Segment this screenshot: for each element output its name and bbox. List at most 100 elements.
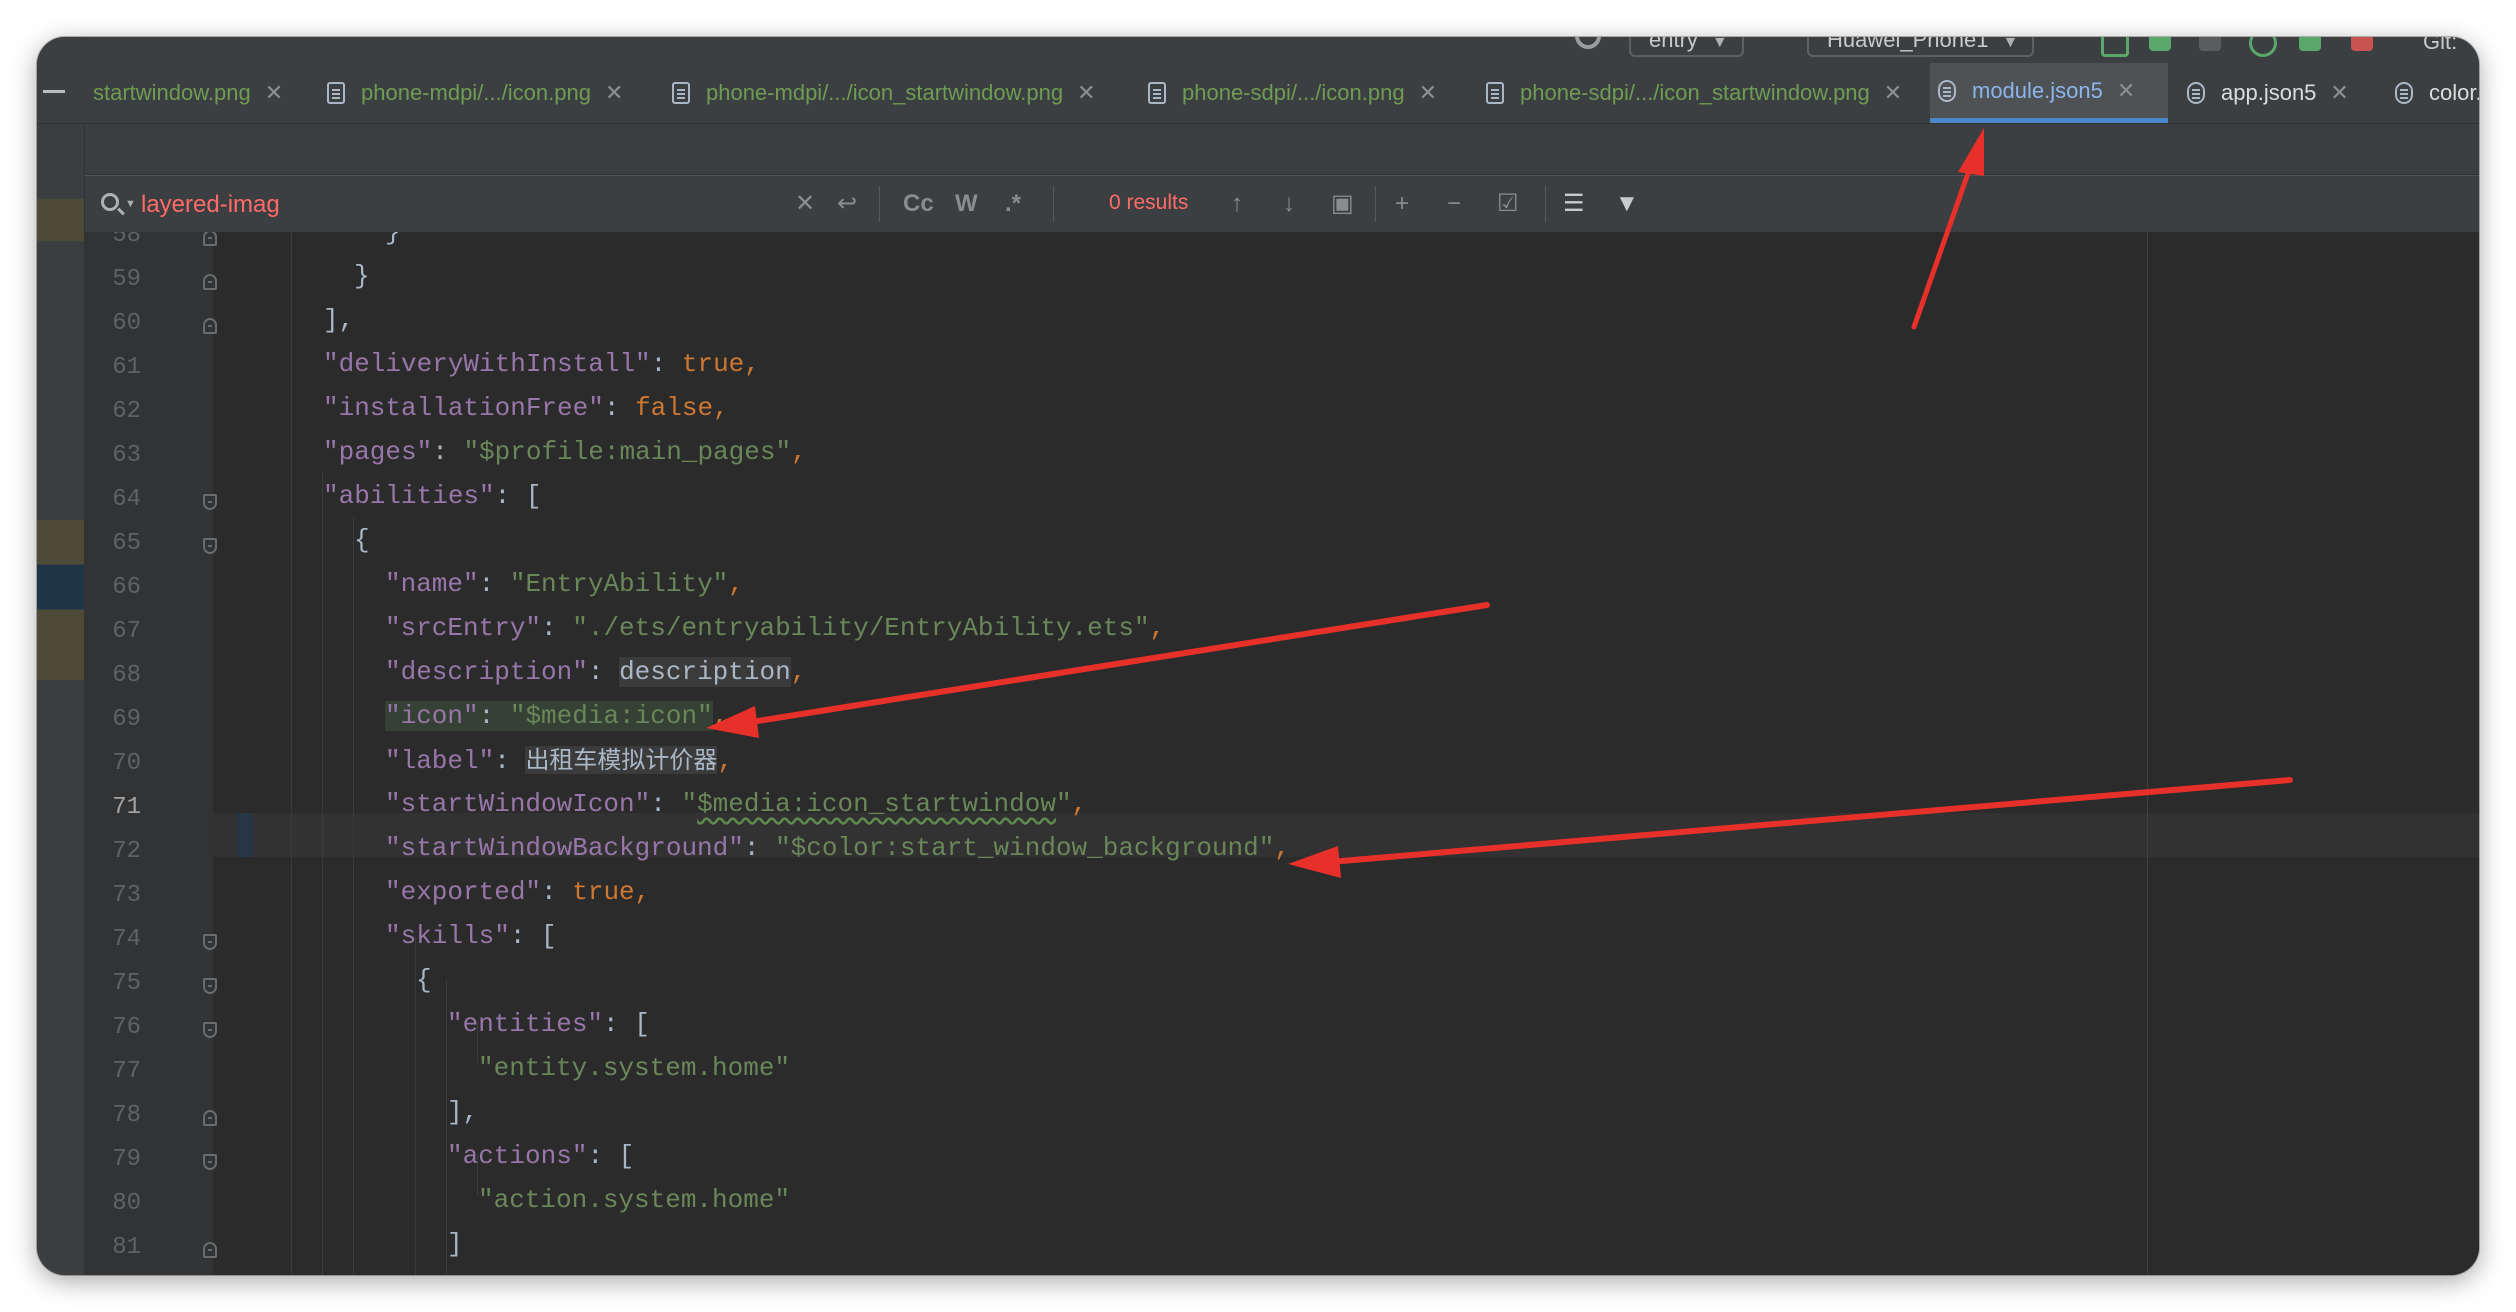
tab-app-json5[interactable]: app.json5 ✕ [2179,63,2349,123]
filter-options-icon[interactable]: ☰ [1563,188,1585,220]
code-line: "exported": true, [385,877,651,907]
line-number-current: 71 [112,794,141,821]
code-line: ] [447,1229,463,1259]
module-selector-label: entry [1649,37,1698,52]
editor-tab-bar: startwindow.png ✕ phone-mdpi/.../icon.png… [37,63,2479,124]
fold-marker-icon[interactable] [203,318,217,334]
search-icon[interactable] [101,193,119,211]
line-number: 58 [112,232,141,249]
regex-button[interactable]: .* [1005,188,1021,220]
change-marker [37,520,84,564]
git-label[interactable]: Git: [2423,37,2457,55]
close-icon[interactable]: ✕ [2117,78,2135,104]
tab-phone-mdpi-icon-startwindow[interactable]: phone-mdpi/.../icon_startwindow.png ✕ [664,63,1096,123]
tab-module-json5[interactable]: module.json5 ✕ [1930,63,2168,123]
line-number: 79 [112,1146,141,1173]
tab-label: app.json5 [2221,80,2317,105]
tab-phone-mdpi-icon[interactable]: phone-mdpi/.../icon.png ✕ [319,63,623,123]
code-editor[interactable]: 58 59 60 61 62 63 64 65 66 67 68 69 70 7… [85,232,2479,1275]
find-in-selection-icon[interactable]: ▣ [1331,188,1354,220]
tabs-menu-icon[interactable] [43,90,65,93]
rerun-icon[interactable] [2249,37,2277,57]
fold-marker-icon[interactable] [203,1110,217,1126]
new-line-icon[interactable]: ↩ [837,188,857,220]
device-selector[interactable]: Huawei_Phone1 ▼ [1807,37,2035,57]
change-marker [37,610,84,680]
module-selector[interactable]: entry ▼ [1629,37,1744,57]
fold-marker-icon[interactable] [203,978,217,994]
image-file-icon [1148,82,1166,104]
next-occurrence-icon[interactable]: ↓ [1283,188,1295,220]
code-line-icon-highlighted: "icon": "$media:icon", [385,701,729,731]
fold-marker-icon[interactable] [203,1242,217,1258]
close-icon[interactable]: ✕ [1884,80,1902,106]
line-number: 74 [112,926,141,953]
line-number: 59 [112,266,141,293]
stop-icon[interactable] [2351,37,2373,51]
close-icon[interactable]: ✕ [1077,80,1095,106]
fold-marker-icon[interactable] [203,538,217,554]
close-icon[interactable]: ✕ [2330,80,2348,106]
chevron-down-icon: ▼ [1711,37,1728,51]
tab-label: color. [2429,80,2479,105]
fold-marker-icon[interactable] [203,934,217,950]
code-line: "description": description, [385,657,807,687]
code-line: "installationFree": false, [323,393,729,423]
code-line: "entities": [ [447,1009,650,1039]
tab-label: phone-mdpi/.../icon.png [361,80,591,105]
apply-changes-icon[interactable] [2299,37,2321,51]
run-icon[interactable] [2101,37,2129,57]
code-line: } [354,261,370,291]
line-number: 76 [112,1014,141,1041]
fold-marker-icon[interactable] [203,232,217,246]
line-number: 65 [112,530,141,557]
debug-icon[interactable] [2149,37,2171,51]
code-line: "label": 出租车模拟计价器, [385,746,734,776]
attach-icon[interactable] [2199,37,2221,51]
search-results-count: 0 results [1109,191,1189,214]
tab-startwindow-png[interactable]: startwindow.png ✕ [85,63,283,123]
code-line: "skills": [ [385,921,557,951]
fold-marker-icon[interactable] [203,274,217,290]
match-case-button[interactable]: Cc [903,188,934,220]
search-history-chevron-icon[interactable]: ▼ [125,198,136,210]
select-all-occurrences-icon[interactable]: ☑ [1497,188,1519,220]
tab-phone-sdpi-icon-startwindow[interactable]: phone-sdpi/.../icon_startwindow.png ✕ [1478,63,1902,123]
fold-marker-icon[interactable] [203,1154,217,1170]
add-occurrence-icon[interactable]: + [1395,188,1409,220]
funnel-filter-icon[interactable]: ▼ [1615,188,1639,220]
code-line: { [416,965,432,995]
code-line: "srcEntry": "./ets/entryability/EntryAbi… [385,613,1166,643]
search-input[interactable] [139,185,763,225]
line-number: 67 [112,618,141,645]
tab-label: startwindow.png [93,80,251,105]
remove-occurrence-icon[interactable]: − [1447,188,1461,220]
tab-label: phone-sdpi/.../icon_startwindow.png [1520,80,1870,105]
line-number: 80 [112,1190,141,1217]
json-file-icon [2395,82,2413,104]
code-line: "action.system.home" [478,1185,791,1215]
close-icon[interactable]: ✕ [1419,80,1437,106]
run-toolbar: entry ▼ Huawei_Phone1 ▼ Git: [37,37,2479,63]
tab-phone-sdpi-icon[interactable]: phone-sdpi/.../icon.png ✕ [1140,63,1437,123]
line-number: 62 [112,398,141,425]
previous-occurrence-icon[interactable]: ↑ [1231,188,1243,220]
line-number: 81 [112,1234,141,1261]
close-icon[interactable]: ✕ [265,80,283,106]
settings-gear-icon[interactable] [1575,37,1601,49]
code-line: "pages": "$profile:main_pages", [323,437,807,467]
line-number: 73 [112,882,141,909]
fold-marker-icon[interactable] [203,1022,217,1038]
whole-words-button[interactable]: W [955,188,978,220]
clear-search-icon[interactable]: ✕ [795,188,815,220]
close-icon[interactable]: ✕ [605,80,623,106]
line-number: 60 [112,310,141,337]
tab-color-json[interactable]: color. [2387,63,2479,123]
line-number: 70 [112,750,141,777]
tab-label: phone-mdpi/.../icon_startwindow.png [706,80,1064,105]
line-number: 75 [112,970,141,997]
line-number: 77 [112,1058,141,1085]
fold-marker-icon[interactable] [203,494,217,510]
code-line: "actions": [ [447,1141,635,1171]
find-bar: ▼ ✕ ↩ Cc W .* 0 results ↑ ↓ ▣ + − ☑ ☰ ▼ [85,175,2479,233]
